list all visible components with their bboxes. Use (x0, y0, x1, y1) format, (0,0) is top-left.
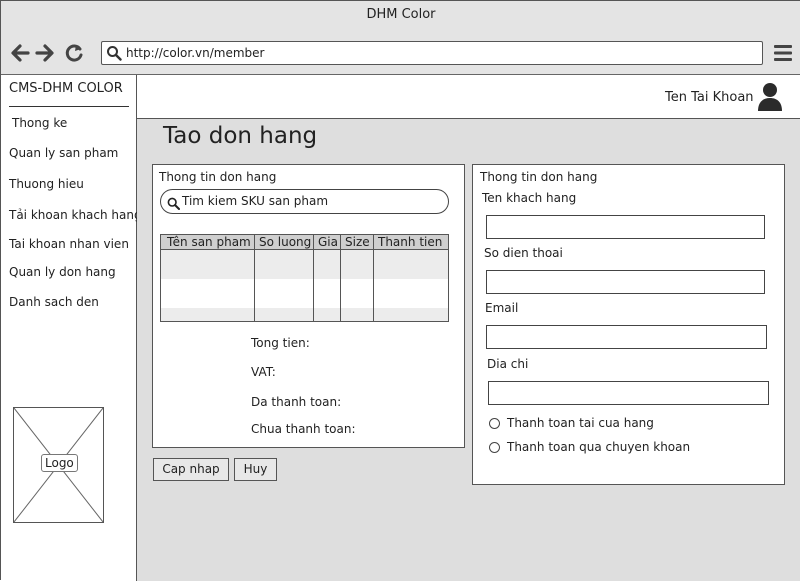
phone-field[interactable] (486, 270, 765, 294)
order-info-panel: Thong tin don hang Tim kiem SKU san pham… (152, 164, 465, 448)
sidebar-item-quan-ly-san-pham[interactable]: Quan ly san pham (9, 145, 118, 161)
browser-nav-bar: http://color.vn/member (1, 31, 800, 75)
brand-divider (9, 106, 129, 107)
table-header-product: Tên san pham (167, 235, 251, 249)
paid-label: Da thanh toan: (251, 395, 342, 409)
address-bar[interactable]: http://color.vn/member (101, 41, 763, 65)
sku-search-input[interactable]: Tim kiem SKU san pham (160, 189, 449, 214)
hamburger-icon[interactable] (773, 44, 793, 62)
search-placeholder: Tim kiem SKU san pham (182, 194, 329, 208)
sidebar-item-quan-ly-don-hang[interactable]: Quan ly don hang (9, 264, 116, 280)
email-field[interactable] (486, 325, 767, 349)
total-label: Tong tien: (251, 336, 310, 350)
unpaid-label: Chua thanh toan: (251, 422, 356, 436)
browser-window: DHM Color http://color.vn/member CMS-DHM… (0, 0, 800, 581)
url-text: http://color.vn/member (126, 46, 265, 60)
window-title-bar: DHM Color (1, 1, 800, 31)
update-button[interactable]: Cap nhap (153, 458, 229, 481)
brand-title: CMS-DHM COLOR (9, 81, 123, 96)
table-header-quantity: So luong (259, 235, 312, 249)
table-header-price: Gia (318, 235, 338, 249)
sidebar-item-thuong-hieu[interactable]: Thuong hieu (9, 176, 84, 192)
payment-option-store[interactable]: Thanh toan tai cua hang (488, 416, 728, 434)
order-panel-title: Thong tin don hang (159, 170, 277, 184)
window-title: DHM Color (366, 7, 436, 22)
order-items-table: Tên san pham So luong Gia Size Thanh tie… (160, 234, 449, 322)
user-avatar-icon[interactable] (757, 82, 783, 112)
refresh-icon[interactable] (63, 42, 85, 64)
search-icon (167, 195, 180, 210)
page-title: Tao don hang (163, 123, 318, 149)
sidebar-item-tai-khoan-nhan-vien[interactable]: Tai khoan nhan vien (9, 236, 129, 252)
table-header-size: Size (345, 235, 370, 249)
address-label: Dia chi (487, 357, 529, 371)
sidebar: CMS-DHM COLOR Thong ke Quan ly san pham … (1, 75, 142, 581)
arrow-right-icon[interactable] (34, 42, 56, 64)
customer-panel-title: Thong tin don hang (480, 170, 598, 184)
customer-info-panel: Thong tin don hang Ten khach hang So die… (472, 164, 785, 485)
table-header-total: Thanh tien (378, 235, 443, 249)
top-bar: Ten Tai Khoan (137, 75, 800, 119)
payment-option-transfer[interactable]: Thanh toan qua chuyen khoan (488, 440, 728, 458)
payment-option-store-label: Thanh toan tai cua hang (507, 416, 654, 430)
email-label: Email (485, 301, 519, 315)
main-content: Ten Tai Khoan Tao don hang Thong tin don… (137, 75, 800, 581)
radio-button[interactable] (489, 442, 500, 453)
logo-label: Logo (41, 454, 78, 472)
search-icon (106, 45, 122, 61)
sidebar-item-thong-ke[interactable]: Thong ke (12, 115, 67, 131)
cancel-button[interactable]: Huy (234, 458, 277, 481)
customer-name-field[interactable] (486, 215, 765, 239)
sidebar-item-tai-khoan-khach-hang[interactable]: Tải khoan khach hang (9, 207, 142, 223)
phone-label: So dien thoai (484, 246, 563, 260)
logo-placeholder: Logo (13, 407, 104, 523)
arrow-left-icon[interactable] (9, 42, 31, 64)
radio-button[interactable] (489, 418, 500, 429)
sidebar-item-danh-sach-den[interactable]: Danh sach den (9, 294, 99, 310)
address-field[interactable] (488, 381, 769, 405)
vat-label: VAT: (251, 365, 276, 379)
account-name[interactable]: Ten Tai Khoan (665, 90, 754, 105)
payment-option-transfer-label: Thanh toan qua chuyen khoan (507, 440, 691, 454)
customer-name-label: Ten khach hang (482, 191, 577, 205)
